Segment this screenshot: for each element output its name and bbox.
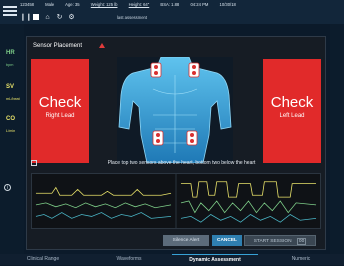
- torso-diagram: [117, 57, 233, 163]
- bottom-tab-bar: Clinical Range Waveforms Dynamic Assessm…: [0, 254, 344, 265]
- sensor-placement-dialog: Sensor Placement Check Right Lead Check …: [26, 36, 326, 250]
- patient-bsa: BSA: 1.88: [160, 2, 180, 7]
- tab-dynamic-assessment[interactable]: Dynamic Assessment: [172, 254, 258, 265]
- collapse-icon[interactable]: [31, 160, 37, 166]
- sv-label: SV: [6, 84, 15, 90]
- clock-date: 10/30/18: [219, 2, 236, 7]
- top-bar: 123458 Male Age: 35 Weight: 125 lb Heigh…: [0, 0, 344, 24]
- settings-icon[interactable]: ⚙: [68, 14, 75, 21]
- menu-icon[interactable]: [3, 4, 17, 18]
- sensor-bottom-left-dot-2: [156, 139, 160, 143]
- placement-instruction: Place top two sensors above the heart, b…: [107, 160, 256, 166]
- check-right-sub: Right Lead: [45, 113, 75, 119]
- tab-numeric[interactable]: Numeric: [258, 254, 344, 265]
- co-unit: L/min: [6, 129, 16, 133]
- check-left-lead-button[interactable]: Check Left Lead: [263, 59, 321, 163]
- sensor-bottom-right-dot-2: [190, 139, 194, 143]
- check-right-lead-button[interactable]: Check Right Lead: [31, 59, 89, 163]
- sensor-top-right-dot: [192, 65, 196, 69]
- co-label: CO: [6, 116, 15, 122]
- patient-height[interactable]: Height: 64": [129, 2, 150, 7]
- silence-alert-button[interactable]: Silence Alert: [163, 235, 209, 246]
- wave-left-green: [35, 202, 172, 209]
- sensor-top-left-dot: [154, 65, 158, 69]
- wave-left-yellow: [35, 186, 172, 196]
- check-left-sub: Left Lead: [279, 113, 305, 119]
- sv-unit: mL/beat: [6, 97, 20, 101]
- start-session-count: 00: [296, 238, 307, 245]
- hr-unit: bpm: [6, 63, 14, 67]
- tab-waveforms[interactable]: Waveforms: [86, 254, 172, 265]
- refresh-icon[interactable]: ↻: [56, 14, 63, 21]
- warning-icon: [99, 43, 105, 48]
- wave-right-teal: [180, 214, 317, 223]
- patient-weight[interactable]: Weight: 125 lb: [91, 2, 118, 7]
- check-right-label: Check: [38, 94, 82, 111]
- clock-time: 04:24 PM: [190, 2, 209, 7]
- patient-info: 123458 Male Age: 35 Weight: 125 lb Heigh…: [20, 2, 246, 7]
- check-left-label: Check: [270, 94, 314, 111]
- start-session-button[interactable]: START SESSION 00: [244, 235, 316, 246]
- sensor-bottom-right-dot: [190, 133, 194, 137]
- signal-waveforms: [31, 173, 321, 229]
- dialog-title: Sensor Placement: [33, 43, 83, 49]
- info-icon[interactable]: i: [4, 184, 11, 191]
- pause-icon[interactable]: ❙❙: [20, 14, 32, 21]
- wave-right-green: [180, 200, 317, 214]
- sensor-bottom-left-dot: [156, 133, 160, 137]
- stop-icon[interactable]: [32, 14, 39, 21]
- patient-id: 123458: [20, 2, 34, 7]
- sensor-top-left-dot-2: [154, 71, 158, 75]
- home-icon[interactable]: ⌂: [44, 14, 51, 21]
- cancel-button[interactable]: CANCEL: [212, 235, 242, 246]
- start-session-label: START SESSION: [253, 239, 292, 244]
- toolbar: ❙❙ ⌂ ↻ ⚙: [20, 12, 75, 22]
- wave-left-teal: [35, 212, 172, 219]
- last-assessment-label: last assessment: [117, 15, 148, 20]
- hr-label: HR: [6, 50, 15, 56]
- patient-age: Age: 35: [65, 2, 80, 7]
- tab-clinical-range[interactable]: Clinical Range: [0, 254, 86, 265]
- right-rail: [330, 24, 344, 254]
- sensor-top-right-dot-2: [192, 71, 196, 75]
- left-rail: HR bpm SV mL/beat CO L/min i: [0, 24, 24, 254]
- patient-sex: Male: [45, 2, 55, 7]
- wave-right-yellow: [180, 181, 317, 198]
